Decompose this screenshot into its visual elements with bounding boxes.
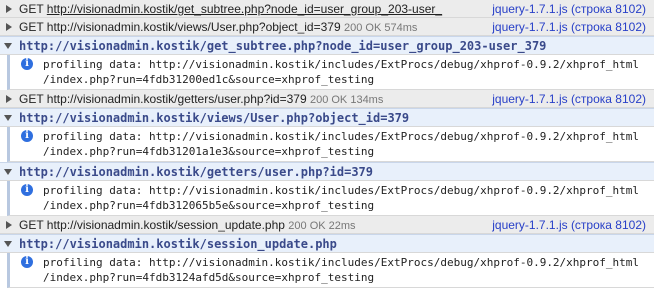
request-method: GET bbox=[19, 92, 44, 106]
request-row[interactable]: GET http://visionadmin.kostik/session_up… bbox=[0, 216, 654, 234]
request-line: GET http://visionadmin.kostik/getters/us… bbox=[19, 92, 383, 106]
info-icon: i bbox=[21, 256, 33, 268]
group-url: http://visionadmin.kostik/get_subtree.ph… bbox=[19, 39, 547, 53]
request-method: GET bbox=[19, 2, 44, 16]
request-method: GET bbox=[19, 20, 44, 34]
request-url: http://visionadmin.kostik/views/User.php… bbox=[46, 20, 341, 34]
message-text: profiling data: http://visionadmin.kosti… bbox=[43, 58, 640, 86]
console-log: GET http://visionadmin.kostik/get_subtre… bbox=[0, 0, 654, 288]
request-row[interactable]: GET http://visionadmin.kostik/views/User… bbox=[0, 18, 654, 36]
collapse-triangle-icon[interactable] bbox=[4, 115, 12, 121]
collapse-triangle-icon[interactable] bbox=[4, 169, 12, 175]
log-message: i profiling data: http://visionadmin.kos… bbox=[7, 253, 654, 288]
expand-triangle-icon[interactable] bbox=[6, 5, 12, 13]
request-status: 200 OK 574ms bbox=[343, 22, 418, 34]
request-row[interactable]: GET http://visionadmin.kostik/getters/us… bbox=[0, 90, 654, 108]
group-url: http://visionadmin.kostik/session_update… bbox=[19, 237, 337, 251]
info-icon: i bbox=[21, 130, 33, 142]
log-message: i profiling data: http://visionadmin.kos… bbox=[7, 55, 654, 90]
group-header[interactable]: http://visionadmin.kostik/get_subtree.ph… bbox=[0, 36, 654, 55]
expand-triangle-icon[interactable] bbox=[6, 95, 12, 103]
info-icon: i bbox=[21, 58, 33, 70]
source-link[interactable]: jquery-1.7.1.js (строка 8102) bbox=[486, 2, 646, 16]
request-line: GET http://visionadmin.kostik/session_up… bbox=[19, 218, 356, 232]
request-url: http://visionadmin.kostik/session_update… bbox=[46, 218, 285, 232]
request-url: http://visionadmin.kostik/getters/user.p… bbox=[46, 92, 307, 106]
collapse-triangle-icon[interactable] bbox=[4, 241, 12, 247]
request-status: 200 OK 22ms bbox=[288, 220, 356, 232]
request-row[interactable]: GET http://visionadmin.kostik/get_subtre… bbox=[0, 0, 654, 18]
log-message: i profiling data: http://visionadmin.kos… bbox=[7, 181, 654, 216]
group-header[interactable]: http://visionadmin.kostik/getters/user.p… bbox=[0, 162, 654, 181]
message-text: profiling data: http://visionadmin.kosti… bbox=[43, 130, 640, 158]
request-url: http://visionadmin.kostik/get_subtree.ph… bbox=[46, 2, 443, 16]
source-link[interactable]: jquery-1.7.1.js (строка 8102) bbox=[486, 20, 646, 34]
source-link[interactable]: jquery-1.7.1.js (строка 8102) bbox=[486, 92, 646, 106]
message-text: profiling data: http://visionadmin.kosti… bbox=[43, 184, 640, 212]
group-header[interactable]: http://visionadmin.kostik/session_update… bbox=[0, 234, 654, 253]
expand-triangle-icon[interactable] bbox=[6, 221, 12, 229]
collapse-triangle-icon[interactable] bbox=[4, 43, 12, 49]
message-text: profiling data: http://visionadmin.kosti… bbox=[43, 256, 640, 284]
log-message: i profiling data: http://visionadmin.kos… bbox=[7, 127, 654, 162]
info-icon: i bbox=[21, 184, 33, 196]
group-header[interactable]: http://visionadmin.kostik/views/User.php… bbox=[0, 108, 654, 127]
request-status: 200 OK 134ms bbox=[309, 94, 384, 106]
source-link[interactable]: jquery-1.7.1.js (строка 8102) bbox=[486, 218, 646, 232]
group-url: http://visionadmin.kostik/getters/user.p… bbox=[19, 165, 374, 179]
expand-triangle-icon[interactable] bbox=[6, 23, 12, 31]
request-method: GET bbox=[19, 218, 44, 232]
group-url: http://visionadmin.kostik/views/User.php… bbox=[19, 111, 410, 125]
request-line: GET http://visionadmin.kostik/get_subtre… bbox=[19, 2, 442, 16]
request-line: GET http://visionadmin.kostik/views/User… bbox=[19, 20, 417, 34]
